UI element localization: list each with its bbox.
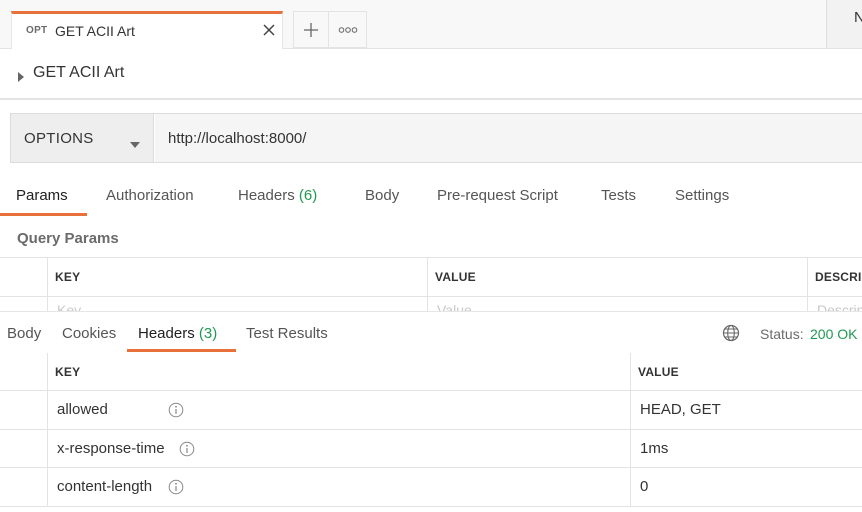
params-description-input[interactable]: Description xyxy=(807,297,862,311)
url-bar: OPTIONS xyxy=(10,113,862,163)
request-tab[interactable]: OPT GET ACII Art xyxy=(11,11,283,49)
tab-label: Settings xyxy=(675,187,730,204)
params-description-header: DESCRIPTION xyxy=(807,258,862,297)
response-tab-headers[interactable]: Headers (3) xyxy=(138,325,217,342)
placeholder: Value xyxy=(437,302,472,311)
tab-bar: OPT GET ACII Art N xyxy=(0,0,862,49)
header-key: x-response-time xyxy=(57,439,165,457)
tab-label: Pre-request Script xyxy=(437,187,558,204)
header-value: HEAD, GET xyxy=(640,401,721,418)
response-panel: Body Cookies Headers (3) Test Results St… xyxy=(0,311,862,512)
placeholder: Key xyxy=(57,302,82,311)
status-label: Status: xyxy=(760,326,804,342)
query-params-title: Query Params xyxy=(17,230,119,247)
caret-right-icon[interactable] xyxy=(17,69,25,87)
tab-label: Body xyxy=(7,325,42,342)
tab-authorization[interactable]: Authorization xyxy=(106,187,194,204)
environment-label: N xyxy=(854,9,862,26)
tab-label: Cookies xyxy=(62,325,117,342)
table-row: allowed HEAD, GET xyxy=(0,391,862,430)
tab-tests[interactable]: Tests xyxy=(601,187,636,204)
new-tab-button[interactable] xyxy=(293,11,329,48)
tab-pre-request-script[interactable]: Pre-request Script xyxy=(437,187,558,204)
method-select[interactable]: OPTIONS xyxy=(11,114,154,162)
globe-icon[interactable] xyxy=(722,324,740,347)
response-tab-body[interactable]: Body xyxy=(7,325,41,342)
header-value: 1ms xyxy=(640,439,669,457)
tab-label: Test Results xyxy=(246,325,328,342)
more-tabs-button[interactable] xyxy=(329,11,367,48)
request-tabs: Params Authorization Headers (6) Body Pr… xyxy=(0,180,862,217)
request-title-row: GET ACII Art xyxy=(0,49,862,100)
params-key-input[interactable]: Key xyxy=(47,297,428,311)
active-tab-indicator xyxy=(127,349,236,352)
request-title[interactable]: GET ACII Art xyxy=(33,64,124,82)
tab-body[interactable]: Body xyxy=(365,187,399,204)
header-key: allowed xyxy=(57,401,108,418)
column-header: DESCRIPTION xyxy=(815,270,862,284)
tab-label: Authorization xyxy=(106,187,194,204)
column-header: KEY xyxy=(55,365,81,379)
response-tab-cookies[interactable]: Cookies xyxy=(62,325,116,342)
header-key: content-length xyxy=(57,478,153,495)
tab-headers[interactable]: Headers (6) xyxy=(238,187,317,204)
column-header: VALUE xyxy=(638,365,679,379)
environment-selector[interactable]: N xyxy=(826,0,862,48)
tab-label: Params xyxy=(16,187,68,204)
close-icon[interactable] xyxy=(261,22,277,38)
column-header: VALUE xyxy=(435,270,476,284)
placeholder: Description xyxy=(817,302,862,311)
tab-count: (6) xyxy=(298,187,318,204)
params-value-header: VALUE xyxy=(427,258,808,297)
header-value: 0 xyxy=(640,478,649,495)
info-icon[interactable] xyxy=(168,402,184,423)
tab-label: Headers xyxy=(138,325,195,342)
tab-params[interactable]: Params xyxy=(16,187,68,204)
table-row: content-length 0 xyxy=(0,468,862,507)
chevron-down-icon xyxy=(130,135,140,153)
tab-settings[interactable]: Settings xyxy=(675,187,729,204)
info-icon[interactable] xyxy=(179,441,195,462)
params-value-input[interactable]: Value xyxy=(427,297,808,311)
url-input[interactable] xyxy=(155,114,862,162)
tab-count: (3) xyxy=(198,325,218,342)
table-header-row: KEY VALUE xyxy=(0,353,862,391)
tab-label: Headers xyxy=(238,187,295,204)
tab-method-badge: OPT xyxy=(26,25,48,36)
params-empty-row: Key Value Description xyxy=(0,297,862,311)
tab-label: Body xyxy=(365,187,400,204)
tab-label: Tests xyxy=(601,187,637,204)
method-select-value: OPTIONS xyxy=(24,130,94,147)
column-header: KEY xyxy=(55,270,81,284)
active-tab-indicator xyxy=(0,213,87,216)
info-icon[interactable] xyxy=(168,479,184,500)
params-table-header: KEY VALUE DESCRIPTION xyxy=(0,257,862,297)
response-tab-test-results[interactable]: Test Results xyxy=(246,325,328,342)
params-key-header: KEY xyxy=(47,258,428,297)
tab-title: GET ACII Art xyxy=(55,23,135,39)
status-value: 200 OK xyxy=(810,326,858,342)
response-headers-table: KEY VALUE allowed HEAD, GET x-response-t… xyxy=(0,353,862,507)
table-row: x-response-time 1ms xyxy=(0,429,862,468)
